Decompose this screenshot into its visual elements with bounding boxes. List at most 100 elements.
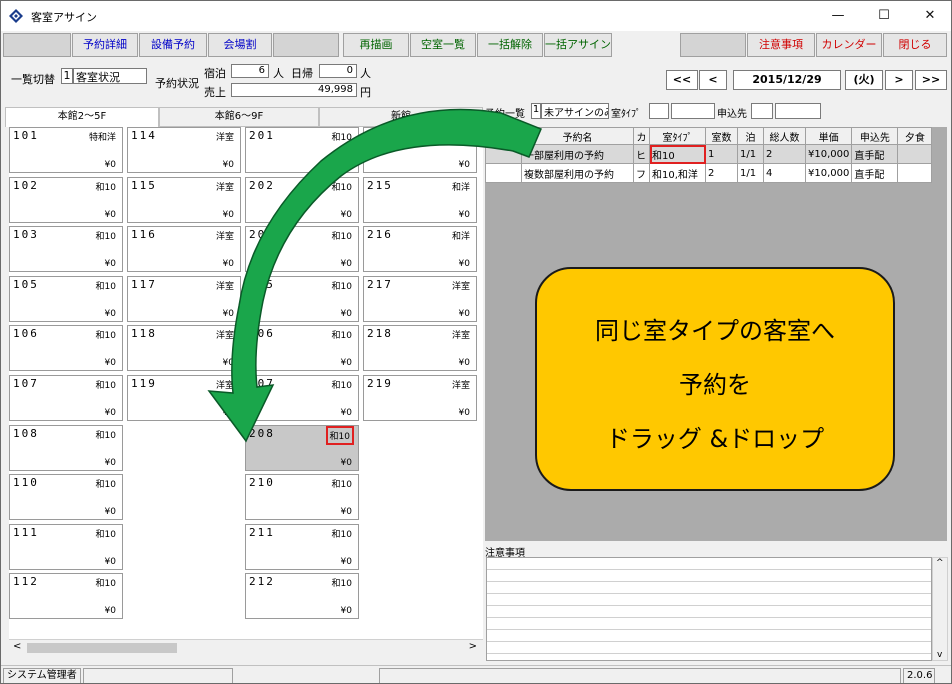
- room-type-filter-input[interactable]: [671, 103, 715, 119]
- scroll-thumb[interactable]: [27, 643, 177, 653]
- scroll-up-icon[interactable]: ^: [936, 558, 944, 568]
- room-cell[interactable]: 216 和洋 ¥0: [363, 226, 477, 272]
- tab-new-building[interactable]: 新館: [319, 107, 483, 127]
- reservation-list-select[interactable]: 未アサインのみ: [541, 103, 609, 119]
- room-price: ¥0: [222, 259, 234, 269]
- room-cell[interactable]: 116 洋室 ¥0: [127, 226, 241, 272]
- toolbar-blank-button-1[interactable]: [3, 33, 71, 57]
- room-cell[interactable]: 103 和10 ¥0: [9, 226, 123, 272]
- room-type: 洋室: [215, 282, 234, 292]
- bulk-assign-button[interactable]: 一括アサイン: [544, 33, 612, 57]
- room-price: ¥0: [340, 309, 352, 319]
- list-switch-select[interactable]: 客室状況: [73, 68, 147, 84]
- window-close-button[interactable]: ✕: [907, 1, 951, 31]
- room-type: 洋室: [215, 183, 234, 193]
- room-cell[interactable]: 101 特和洋 ¥0: [9, 127, 123, 173]
- next-date-button[interactable]: >: [885, 70, 913, 90]
- room-grid-horizontal-scrollbar[interactable]: < >: [9, 639, 483, 656]
- maximize-button[interactable]: ☐: [861, 1, 907, 31]
- room-cell[interactable]: 112 和10 ¥0: [9, 573, 123, 619]
- list-switch-number[interactable]: 1: [61, 68, 73, 84]
- room-cell[interactable]: 206 和10 ¥0: [245, 325, 359, 371]
- res-agent: 直手配: [851, 163, 899, 183]
- agent-filter-code[interactable]: [751, 103, 773, 119]
- notes-vertical-scrollbar[interactable]: ^ v: [932, 557, 948, 661]
- room-cell[interactable]: 105 和10 ¥0: [9, 276, 123, 322]
- room-cell[interactable]: 210 和10 ¥0: [245, 474, 359, 520]
- room-number: 202: [249, 179, 275, 192]
- tab-main-2-5f[interactable]: 本館2～5F: [5, 107, 159, 127]
- room-cell[interactable]: 212 和10 ¥0: [245, 573, 359, 619]
- room-cell[interactable]: 215 和洋 ¥0: [363, 177, 477, 223]
- close-button[interactable]: 閉じる: [883, 33, 947, 57]
- minimize-button[interactable]: —: [815, 1, 861, 31]
- vacancy-list-button[interactable]: 空室一覧: [410, 33, 476, 57]
- date-field[interactable]: 2015/12/29: [733, 70, 841, 90]
- row-selector[interactable]: [485, 144, 522, 164]
- room-cell[interactable]: 201 和10 ¥0: [245, 127, 359, 173]
- bulk-release-button[interactable]: 一括解除: [477, 33, 543, 57]
- agent-filter-input[interactable]: [775, 103, 821, 119]
- room-price: ¥0: [104, 309, 116, 319]
- room-cell[interactable]: 119 洋室 ¥0: [127, 375, 241, 421]
- col-rooms[interactable]: 室数: [705, 127, 738, 145]
- room-cell[interactable]: 111 和10 ¥0: [9, 524, 123, 570]
- room-cell[interactable]: 118 洋室 ¥0: [127, 325, 241, 371]
- tab-main-6-9f[interactable]: 本館6～9F: [159, 107, 319, 127]
- col-dinner[interactable]: 夕食: [897, 127, 933, 145]
- room-cell[interactable]: 202 和10 ¥0: [245, 177, 359, 223]
- res-room-type: 和10,和洋: [649, 163, 706, 183]
- room-price: ¥0: [340, 606, 352, 616]
- room-cell[interactable]: 219 洋室 ¥0: [363, 375, 477, 421]
- room-price: ¥0: [458, 309, 470, 319]
- room-cell[interactable]: 114 洋室 ¥0: [127, 127, 241, 173]
- room-cell[interactable]: 203 和10 ¥0: [245, 226, 359, 272]
- room-cell[interactable]: 106 和10 ¥0: [9, 325, 123, 371]
- scroll-left-icon[interactable]: <: [13, 641, 21, 652]
- first-date-button[interactable]: <<: [666, 70, 698, 90]
- room-cell[interactable]: 117 洋室 ¥0: [127, 276, 241, 322]
- room-number: 212: [249, 575, 275, 588]
- room-cell[interactable]: 205 和10 ¥0: [245, 276, 359, 322]
- scroll-down-icon[interactable]: v: [937, 650, 942, 660]
- room-cell[interactable]: 110 和10 ¥0: [9, 474, 123, 520]
- room-cell[interactable]: 和10 ¥0: [363, 127, 477, 173]
- notes-textarea[interactable]: [486, 557, 932, 661]
- room-cell[interactable]: 107 和10 ¥0: [9, 375, 123, 421]
- room-cell[interactable]: 217 洋室 ¥0: [363, 276, 477, 322]
- col-nights[interactable]: 泊: [737, 127, 764, 145]
- status-version: 2.0.6: [903, 668, 935, 683]
- prev-date-button[interactable]: <: [699, 70, 727, 90]
- redraw-button[interactable]: 再描画: [343, 33, 409, 57]
- venue-split-button[interactable]: 会場割: [208, 33, 272, 57]
- row-selector[interactable]: [485, 163, 522, 183]
- room-type-filter-code[interactable]: [649, 103, 669, 119]
- room-cell[interactable]: 208 和10 ¥0: [245, 425, 359, 471]
- room-type: 和10: [95, 530, 116, 540]
- room-cell[interactable]: 115 洋室 ¥0: [127, 177, 241, 223]
- room-cell[interactable]: 108 和10 ¥0: [9, 425, 123, 471]
- scroll-right-icon[interactable]: >: [469, 641, 477, 652]
- toolbar-blank-button-2[interactable]: [273, 33, 339, 57]
- room-cell[interactable]: 211 和10 ¥0: [245, 524, 359, 570]
- table-row[interactable]: 一部屋利用の予約ヒ和10 1 1/1 2 ¥10,000 直手配: [485, 144, 933, 164]
- room-cell[interactable]: 218 洋室 ¥0: [363, 325, 477, 371]
- res-ka: フ: [633, 163, 650, 183]
- col-people[interactable]: 総人数: [763, 127, 806, 145]
- table-row[interactable]: 複数部屋利用の予約フ和10,和洋 2 1/1 4 ¥10,000 直手配: [485, 163, 933, 183]
- room-cell[interactable]: 207 和10 ¥0: [245, 375, 359, 421]
- room-price: ¥0: [340, 557, 352, 567]
- last-date-button[interactable]: >>: [915, 70, 947, 90]
- col-room-type[interactable]: 室ﾀｲﾌﾟ: [649, 127, 706, 145]
- toolbar-blank-button-3[interactable]: [680, 33, 746, 57]
- room-cell[interactable]: 102 和10 ¥0: [9, 177, 123, 223]
- notice-button[interactable]: 注意事項: [747, 33, 815, 57]
- col-ka[interactable]: カ: [633, 127, 650, 145]
- col-agent[interactable]: 申込先: [851, 127, 899, 145]
- reservation-detail-button[interactable]: 予約詳細: [72, 33, 138, 57]
- calendar-button[interactable]: カレンダー: [816, 33, 882, 57]
- equipment-reservation-button[interactable]: 設備予約: [139, 33, 207, 57]
- col-name[interactable]: 予約名: [521, 127, 634, 145]
- reservation-list-number[interactable]: 1: [531, 103, 541, 119]
- col-price[interactable]: 単価: [804, 127, 853, 145]
